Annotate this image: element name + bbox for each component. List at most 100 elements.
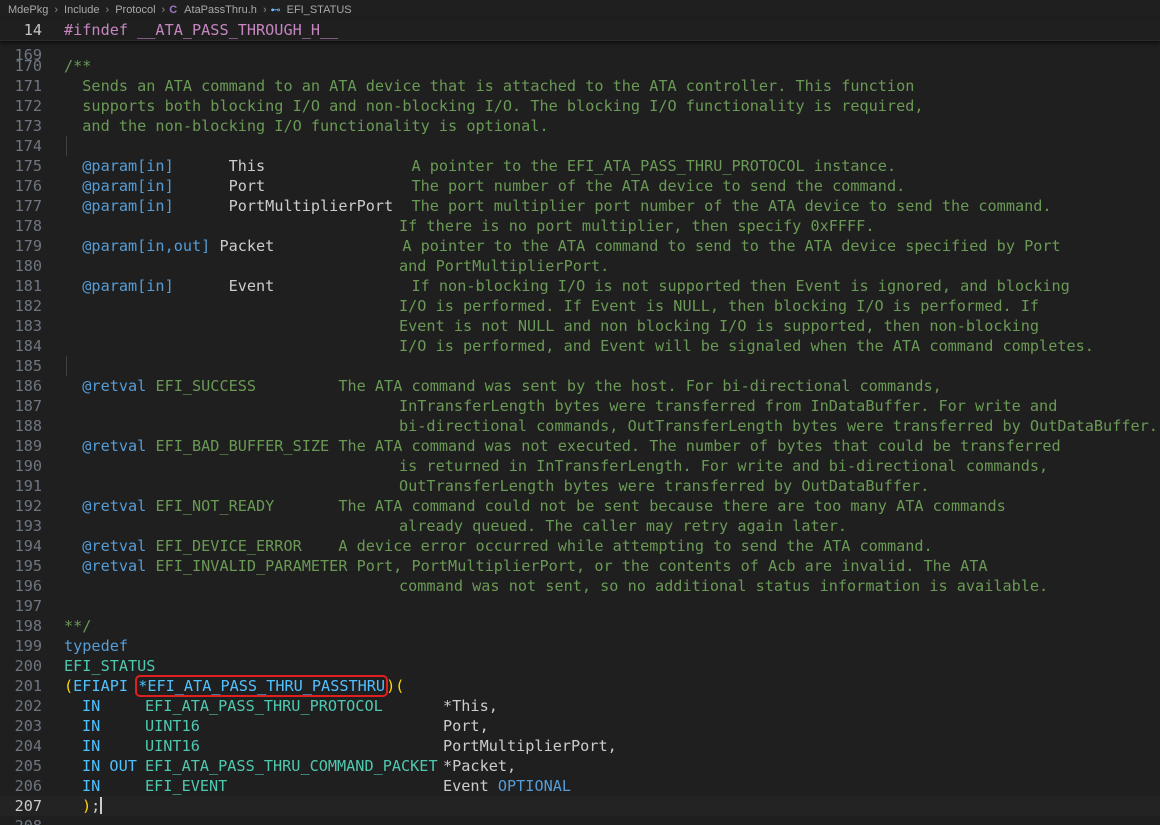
breadcrumb-item-file[interactable]: AtaPassThru.h — [182, 4, 259, 16]
in-keyword: IN — [82, 777, 101, 795]
comment-text: is returned in InTransferLength. For wri… — [399, 457, 1049, 475]
doc-tag: @param[in] — [64, 277, 174, 295]
code-line: 200 EFI_STATUS — [0, 656, 1160, 676]
code-line: 202 IN EFI_ATA_PASS_THRU_PROTOCOL *This, — [0, 696, 1160, 716]
code-line: 203 IN UINT16 Port, — [0, 716, 1160, 736]
open-paren: ( — [395, 677, 405, 695]
breadcrumb-item-symbol[interactable]: EFI_STATUS — [285, 4, 354, 16]
code-line: 189 @retval EFI_BAD_BUFFER_SIZE The ATA … — [0, 436, 1160, 456]
c-file-icon: C — [169, 4, 178, 16]
comment-text: supports both blocking I/O and non-block… — [64, 97, 924, 115]
retval-name: EFI_NOT_READY — [146, 497, 339, 515]
param-type: EFI_ATA_PASS_THRU_PROTOCOL — [145, 697, 383, 715]
line-number: 200 — [14, 657, 42, 675]
line-number: 184 — [14, 337, 42, 355]
in-keyword: IN — [82, 737, 101, 755]
line-number: 185 — [14, 357, 42, 375]
line-number: 172 — [14, 97, 42, 115]
code-line: 204 IN UINT16 PortMultiplierPort, — [0, 736, 1160, 756]
code-line: 176 @param[in] Port The port number of t… — [0, 176, 1160, 196]
comment-text: OutTransferLength bytes were transferred… — [399, 477, 930, 495]
current-code-line: 207); — [0, 796, 1160, 816]
in-out-keyword: IN OUT — [82, 757, 137, 775]
return-type: EFI_STATUS — [64, 657, 156, 675]
open-paren: ( — [64, 677, 74, 695]
breadcrumb-item-include[interactable]: Include — [62, 4, 101, 16]
code-line: 182 I/O is performed. If Event is NULL, t… — [0, 296, 1160, 316]
breadcrumb-item-protocol[interactable]: Protocol — [113, 4, 157, 16]
code-line: 178 If there is no port multiplier, then … — [0, 216, 1160, 236]
code-line: 208 — [0, 816, 1160, 825]
comment-text: The ATA command could not be sent becaus… — [338, 497, 1006, 515]
optional-macro: OPTIONAL — [497, 777, 572, 795]
doc-tag: @retval — [64, 377, 147, 395]
param-type: UINT16 — [145, 737, 200, 755]
param-type: UINT16 — [145, 717, 200, 735]
line-number: 195 — [14, 557, 42, 575]
comment-text: bi-directional commands, OutTransferLeng… — [399, 417, 1158, 435]
line-number: 196 — [14, 577, 42, 595]
line-number: 204 — [14, 737, 42, 755]
line-number: 208 — [0, 816, 42, 825]
highlighted-typedef-name[interactable]: *EFI_ATA_PASS_THRU_PASSTHRU — [135, 675, 389, 697]
param-name: PortMultiplierPort, — [443, 737, 617, 755]
code-line: 185 — [0, 356, 1160, 376]
doc-tag: @param[in] — [64, 177, 174, 195]
doc-tag: @param[in,out] — [64, 237, 211, 255]
line-number: 197 — [14, 597, 42, 615]
breadcrumb-item-mdepkg[interactable]: MdePkg — [6, 4, 50, 16]
line-number: 190 — [14, 457, 42, 475]
comment-text: **/ — [64, 617, 92, 635]
code-line: 188 bi-directional commands, OutTransferL… — [0, 416, 1160, 436]
code-line: 171 Sends an ATA command to an ATA devic… — [0, 76, 1160, 96]
code-line: 196 command was not sent, so no additiona… — [0, 576, 1160, 596]
code-line: 170 /** — [0, 56, 1160, 76]
close-paren: ) — [82, 797, 92, 815]
sticky-scroll-header[interactable]: 14 #ifndef __ATA_PASS_THROUGH_H__ — [0, 20, 1160, 41]
line-number: 206 — [14, 777, 42, 795]
comment-text: A pointer to the ATA command to send to … — [402, 237, 1061, 255]
chevron-right-icon: › — [105, 4, 110, 16]
doc-tag: @retval — [64, 437, 147, 455]
code-line: 195 @retval EFI_INVALID_PARAMETER Port, … — [0, 556, 1160, 576]
comment-text: already queued. The caller may retry aga… — [399, 517, 848, 535]
retval-name: EFI_SUCCESS — [146, 377, 339, 395]
code-line: 194 @retval EFI_DEVICE_ERROR A device er… — [0, 536, 1160, 556]
text-cursor — [100, 797, 103, 814]
line-number: 177 — [14, 197, 42, 215]
code-line: 179 @param[in,out] Packet A pointer to t… — [0, 236, 1160, 256]
comment-text: A pointer to the EFI_ATA_PASS_THRU_PROTO… — [411, 157, 897, 175]
comment-text: I/O is performed, and Event will be sign… — [399, 337, 1094, 355]
code-line: 181 @param[in] Event If non-blocking I/O… — [0, 276, 1160, 296]
comment-text: command was not sent, so no additional s… — [399, 577, 1049, 595]
line-number: 203 — [14, 717, 42, 735]
param-name: Packet — [210, 237, 403, 255]
line-number: 188 — [14, 417, 42, 435]
comment-text: The port number of the ATA device to sen… — [411, 177, 906, 195]
code-line: 183 Event is not NULL and non blocking I/… — [0, 316, 1160, 336]
line-number: 14 — [23, 21, 42, 39]
param-name: Event — [443, 777, 489, 795]
line-number: 205 — [14, 757, 42, 775]
comment-text: If non-blocking I/O is not supported the… — [411, 277, 1070, 295]
chevron-right-icon: › — [54, 4, 59, 16]
comment-text: The ATA command was sent by the host. Fo… — [338, 377, 942, 395]
line-number: 199 — [14, 637, 42, 655]
line-number: 189 — [14, 437, 42, 455]
line-number: 194 — [14, 537, 42, 555]
semicolon: ; — [91, 797, 101, 815]
retval-name: EFI_BAD_BUFFER_SIZE — [146, 437, 339, 455]
param-name: This — [173, 157, 412, 175]
comment-text: and the non-blocking I/O functionality i… — [64, 117, 549, 135]
param-name: *Packet, — [443, 757, 517, 775]
comment-text: and PortMultiplierPort. — [399, 257, 610, 275]
code-editor[interactable]: 169 170/** 171 Sends an ATA command to a… — [0, 20, 1160, 825]
line-number: 181 — [14, 277, 42, 295]
line-number: 170 — [14, 57, 42, 75]
line-number: 179 — [14, 237, 42, 255]
doc-tag: @param[in] — [64, 197, 174, 215]
code-line: 187 InTransferLength bytes were transferr… — [0, 396, 1160, 416]
code-line: 192 @retval EFI_NOT_READY The ATA comman… — [0, 496, 1160, 516]
doc-tag: @retval — [64, 497, 147, 515]
line-number: 173 — [14, 117, 42, 135]
